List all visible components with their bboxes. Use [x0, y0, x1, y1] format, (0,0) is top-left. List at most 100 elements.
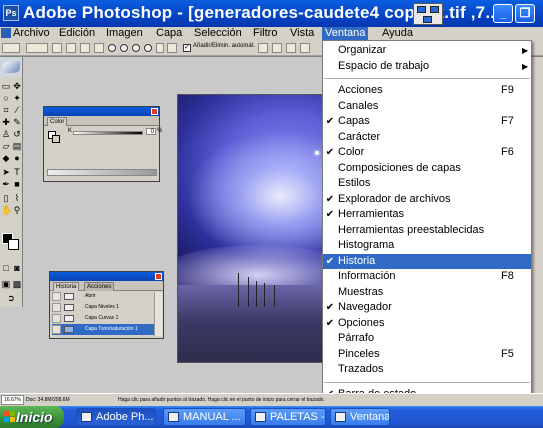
custom-shape-button[interactable] [156, 43, 164, 53]
combine-mode-subtract[interactable] [272, 43, 282, 53]
menu-item-trazados[interactable]: Trazados [323, 362, 531, 377]
history-state-row[interactable]: Capa Niveles 1 [52, 302, 154, 313]
shape-tool-icon[interactable]: ■ [12, 179, 22, 189]
color-background-mini-swatch[interactable] [52, 135, 60, 143]
gradient-tool-icon[interactable]: ▤ [12, 141, 22, 151]
polygon-shape-icon[interactable] [132, 44, 140, 52]
document-size-info[interactable]: Doc: 34,8M/208,6M [26, 394, 70, 406]
adobe-online-feather-icon[interactable] [3, 61, 20, 73]
photoshop-app-icon[interactable]: Ps [3, 5, 19, 21]
marquee-tool-icon[interactable]: ▭ [1, 81, 11, 91]
rectangle-shape-button[interactable] [94, 43, 104, 53]
eyedropper-tool-icon[interactable]: ⌇ [12, 193, 22, 203]
menu-ventana[interactable]: Ventana [322, 27, 369, 40]
document-canvas-image[interactable] [177, 94, 325, 363]
menu-item-organizar[interactable]: Organizar ▶ [323, 43, 531, 58]
taskbar-button-paletas[interactable]: PALETAS - ... [250, 408, 326, 426]
crop-tool-icon[interactable]: ⌗ [1, 105, 11, 115]
close-icon[interactable] [155, 273, 162, 280]
menu-item-acciones[interactable]: Acciones F9 [323, 83, 531, 98]
menu-item-historia[interactable]: ✔ Historia [323, 253, 531, 269]
menu-item-caracter[interactable]: Carácter [323, 130, 531, 145]
menu-item-herramientas-preestablecidas[interactable]: Herramientas preestablecidas [323, 223, 531, 238]
notes-tool-icon[interactable]: ▯ [1, 193, 11, 203]
pen-tool-button[interactable] [66, 43, 76, 53]
menu-archivo[interactable]: Archivo [13, 27, 50, 40]
history-state-row[interactable]: Capa Curvas 1 [52, 313, 154, 324]
menu-item-navegador[interactable]: ✔ Navegador [323, 300, 531, 315]
auto-add-delete-checkbox[interactable]: ✓ [183, 44, 191, 52]
maximize-button[interactable]: ❐ [515, 4, 535, 23]
color-ramp-bar[interactable] [47, 169, 157, 176]
menu-ayuda[interactable]: Ayuda [382, 27, 413, 40]
tab-historia[interactable]: Historia [53, 282, 80, 291]
menu-seleccion[interactable]: Selección [194, 27, 242, 40]
move-tool-icon[interactable]: ✥ [12, 81, 22, 91]
k-channel-slider[interactable] [73, 131, 143, 135]
menu-vista[interactable]: Vista [290, 27, 314, 40]
combine-mode-exclude[interactable] [300, 43, 310, 53]
menu-item-canales[interactable]: Canales [323, 99, 531, 114]
path-selection-tool-icon[interactable]: ➤ [1, 167, 11, 177]
close-icon[interactable] [151, 108, 158, 115]
menu-filtro[interactable]: Filtro [253, 27, 277, 40]
brush-tool-icon[interactable]: ✎ [12, 117, 22, 127]
combine-mode-add[interactable] [258, 43, 268, 53]
hand-tool-icon[interactable]: ✋ [1, 205, 12, 215]
menu-item-color[interactable]: ✔ Color F6 [323, 145, 531, 160]
menu-item-muestras[interactable]: Muestras [323, 285, 531, 300]
minimize-button[interactable]: _ [493, 4, 513, 23]
tab-color[interactable]: Color [47, 117, 68, 126]
menu-item-parrafo[interactable]: Párrafo [323, 331, 531, 346]
tab-acciones[interactable]: Acciones [84, 282, 115, 291]
menu-edicion[interactable]: Edición [59, 27, 95, 40]
lasso-tool-icon[interactable]: ○ [1, 93, 11, 103]
menu-item-espacio-de-trabajo[interactable]: Espacio de trabajo ▶ [323, 59, 531, 74]
fullscreen-mode-icon[interactable]: ▩ [12, 279, 22, 289]
taskbar-button-manual[interactable]: MANUAL ... [163, 408, 246, 426]
ellipse-shape-icon[interactable] [120, 44, 128, 52]
zoom-level-field[interactable]: 16,67% [1, 395, 24, 405]
blur-tool-icon[interactable]: ◆ [1, 153, 11, 163]
history-source-box[interactable] [52, 292, 61, 301]
menu-item-herramientas[interactable]: ✔ Herramientas [323, 207, 531, 222]
taskbar-button-ventana[interactable]: Ventana ... [330, 408, 390, 426]
menu-item-informacion[interactable]: Información F8 [323, 269, 531, 284]
k-channel-value-field[interactable]: 0 [146, 128, 156, 135]
background-color-swatch[interactable] [8, 239, 19, 250]
clone-stamp-tool-icon[interactable]: ♙ [1, 129, 11, 139]
pen-tool-icon[interactable]: ✒ [1, 179, 11, 189]
eraser-tool-icon[interactable]: ▱ [1, 141, 11, 151]
menu-item-histograma[interactable]: Histograma [323, 238, 531, 253]
slice-tool-icon[interactable]: ⁄ [12, 105, 22, 115]
quick-mask-mode-icon[interactable]: ◙ [12, 263, 22, 273]
rounded-rect-shape-icon[interactable] [108, 44, 116, 52]
paths-button[interactable] [52, 43, 62, 53]
zoom-tool-icon[interactable]: ⚲ [12, 205, 22, 215]
history-source-box[interactable] [52, 325, 61, 334]
magic-wand-tool-icon[interactable]: ✦ [12, 93, 22, 103]
menu-item-estilos[interactable]: Estilos [323, 176, 531, 191]
combine-mode-intersect[interactable] [286, 43, 296, 53]
history-scrollbar[interactable] [154, 292, 162, 336]
healing-brush-tool-icon[interactable]: ✚ [1, 117, 11, 127]
standard-mode-icon[interactable]: □ [1, 263, 11, 273]
taskbar-button-photoshop[interactable]: Adobe Ph... [76, 408, 156, 426]
menu-item-pinceles[interactable]: Pinceles F5 [323, 347, 531, 362]
start-button[interactable]: Inicio [0, 406, 64, 428]
line-shape-icon[interactable] [144, 44, 152, 52]
menu-imagen[interactable]: Imagen [106, 27, 143, 40]
history-source-box[interactable] [52, 303, 61, 312]
history-state-row[interactable]: Abrir [52, 291, 154, 302]
freeform-pen-button[interactable] [80, 43, 90, 53]
tool-preset-picker[interactable] [2, 43, 20, 53]
menu-item-explorador-de-archivos[interactable]: ✔ Explorador de archivos [323, 192, 531, 207]
history-brush-tool-icon[interactable]: ↺ [12, 129, 22, 139]
menu-capa[interactable]: Capa [156, 27, 182, 40]
history-palette-titlebar[interactable] [50, 272, 163, 281]
shape-options-dropdown[interactable] [167, 43, 177, 53]
shape-layers-button[interactable] [26, 43, 48, 53]
dodge-tool-icon[interactable]: ● [12, 153, 22, 163]
history-state-row-selected[interactable]: Capa Tono/saturación 1 [52, 324, 154, 335]
menu-item-capas[interactable]: ✔ Capas F7 [323, 114, 531, 129]
